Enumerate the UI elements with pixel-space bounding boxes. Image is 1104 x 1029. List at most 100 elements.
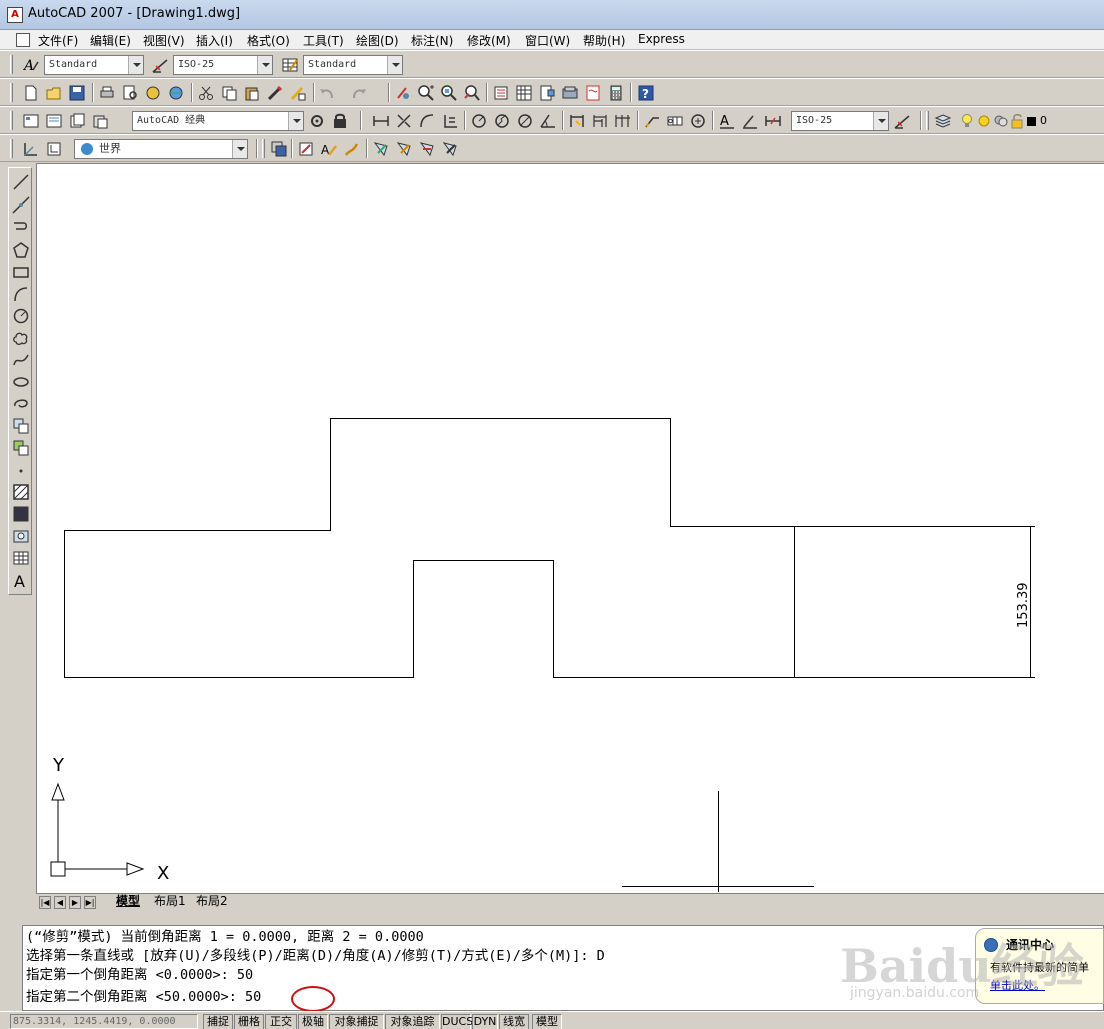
gradient-icon[interactable]	[11, 504, 31, 524]
otrack-toggle[interactable]: 对象追踪	[385, 1014, 440, 1029]
publish-icon[interactable]	[144, 84, 162, 102]
tab-layout2[interactable]: 布局2	[196, 894, 228, 910]
chevron-down-icon[interactable]	[288, 112, 303, 130]
print-icon[interactable]	[98, 84, 116, 102]
reference-edit-icon[interactable]	[372, 140, 390, 158]
save-icon[interactable]	[68, 84, 86, 102]
toolbar-grip[interactable]	[926, 111, 929, 130]
new-icon[interactable]	[22, 84, 40, 102]
text-style-select[interactable]: Standard	[44, 55, 144, 75]
rectangle-icon[interactable]	[11, 262, 31, 282]
dimension-edit-icon[interactable]: A	[718, 112, 736, 130]
menu-insert[interactable]: 插入(I)	[196, 32, 233, 49]
center-mark-icon[interactable]	[689, 112, 707, 130]
insert-block-icon[interactable]	[11, 416, 31, 436]
menu-draw[interactable]: 绘图(D)	[356, 32, 399, 49]
workspace-settings-icon[interactable]	[45, 112, 63, 130]
reference-remove-icon[interactable]	[418, 140, 436, 158]
draw-order-icon[interactable]	[270, 140, 288, 158]
dimension-style-manager-icon[interactable]	[893, 112, 911, 130]
layer-viewport-icon[interactable]	[992, 112, 1010, 130]
angular-dimension-icon[interactable]	[539, 112, 557, 130]
ordinate-dimension-icon[interactable]	[441, 112, 459, 130]
text-style-icon[interactable]: A	[22, 56, 40, 74]
menu-dimension[interactable]: 标注(N)	[411, 32, 453, 49]
zoom-realtime-icon[interactable]	[417, 84, 435, 102]
toolbar-grip[interactable]	[10, 83, 13, 102]
layer-properties-icon[interactable]	[934, 112, 952, 130]
tab-layout1[interactable]: 布局1	[154, 894, 186, 910]
dimension-label[interactable]: 153.39	[1016, 583, 1031, 629]
cut-icon[interactable]	[197, 84, 215, 102]
circle-icon[interactable]	[11, 306, 31, 326]
outline-polyline[interactable]	[64, 418, 1031, 678]
menu-express[interactable]: Express	[638, 32, 685, 46]
open-icon[interactable]	[45, 84, 63, 102]
polyline-icon[interactable]	[11, 217, 31, 237]
reference-save-icon[interactable]	[441, 140, 459, 158]
ucs-manager-icon[interactable]	[45, 140, 63, 158]
edit-text-icon[interactable]: A	[320, 140, 338, 158]
menu-help[interactable]: 帮助(H)	[583, 32, 625, 49]
current-layer-name[interactable]: 0	[1040, 114, 1047, 127]
text-insert-icon[interactable]	[297, 140, 315, 158]
command-input-line[interactable]: 指定第二个倒角距离 <50.0000>: 50	[26, 988, 261, 1006]
menu-modify[interactable]: 修改(M)	[467, 32, 511, 49]
drawing-canvas[interactable]: 153.39 Y X	[36, 163, 1104, 893]
block-editor-icon[interactable]	[289, 84, 307, 102]
quick-dimension-icon[interactable]	[568, 112, 586, 130]
edit-text-pen-icon[interactable]	[343, 140, 361, 158]
toolbar-grip[interactable]	[10, 139, 13, 158]
tab-model[interactable]: 模型	[116, 894, 140, 910]
toolbar-grip[interactable]	[10, 111, 13, 130]
dim-style-select[interactable]: ISO-25	[173, 55, 273, 75]
menu-edit[interactable]: 编辑(E)	[90, 32, 131, 49]
next-tab-button[interactable]: ▶	[69, 896, 81, 909]
chevron-down-icon[interactable]	[128, 56, 143, 74]
chevron-down-icon[interactable]	[387, 56, 402, 74]
document-icon[interactable]	[16, 33, 30, 47]
ellipse-icon[interactable]	[11, 372, 31, 392]
table-icon[interactable]	[11, 548, 31, 568]
menu-window[interactable]: 窗口(W)	[525, 32, 570, 49]
ucs-select[interactable]: 世界	[74, 139, 248, 159]
dimension-update-icon[interactable]	[764, 112, 782, 130]
zoom-window-icon[interactable]	[440, 84, 458, 102]
first-tab-button[interactable]: |◀	[39, 896, 51, 909]
dimension-style-select[interactable]: ISO-25	[791, 111, 889, 131]
design-center-icon[interactable]	[515, 84, 533, 102]
osnap-toggle[interactable]: 对象捕捉	[329, 1014, 384, 1029]
lineweight-toggle[interactable]: 线宽	[499, 1014, 529, 1029]
tolerance-icon[interactable]	[666, 112, 684, 130]
menu-view[interactable]: 视图(V)	[143, 32, 185, 49]
hatch-icon[interactable]	[11, 482, 31, 502]
ucs-icon[interactable]	[22, 140, 40, 158]
jogged-dimension-icon[interactable]	[493, 112, 511, 130]
reference-add-icon[interactable]	[395, 140, 413, 158]
construction-line-icon[interactable]	[11, 195, 31, 215]
diameter-dimension-icon[interactable]	[516, 112, 534, 130]
line-icon[interactable]	[11, 172, 31, 192]
tool-palettes-icon[interactable]	[538, 84, 556, 102]
baseline-dimension-icon[interactable]	[591, 112, 609, 130]
publish-web-icon[interactable]	[167, 84, 185, 102]
undo-icon[interactable]	[318, 84, 336, 102]
autocad-app-icon[interactable]: A	[7, 7, 23, 23]
copy-icon[interactable]	[220, 84, 238, 102]
layer-on-bulb-icon[interactable]	[958, 112, 976, 130]
multiline-text-icon[interactable]: A	[11, 570, 31, 591]
chevron-down-icon[interactable]	[232, 140, 247, 158]
coordinate-readout[interactable]: 875.3314, 1245.4419, 0.0000	[10, 1014, 198, 1029]
snap-toggle[interactable]: 捕捉	[203, 1014, 233, 1029]
chevron-down-icon[interactable]	[257, 56, 272, 74]
grid-toggle[interactable]: 栅格	[234, 1014, 264, 1029]
region-icon[interactable]	[11, 526, 31, 546]
polygon-icon[interactable]	[11, 240, 31, 260]
linear-dimension-icon[interactable]	[372, 112, 390, 130]
prev-tab-button[interactable]: ◀	[54, 896, 66, 909]
arc-length-icon[interactable]	[418, 112, 436, 130]
revision-cloud-icon[interactable]	[11, 328, 31, 348]
help-icon[interactable]: ?	[637, 84, 655, 102]
calculator-icon[interactable]	[607, 84, 625, 102]
arc-icon[interactable]	[11, 284, 31, 304]
